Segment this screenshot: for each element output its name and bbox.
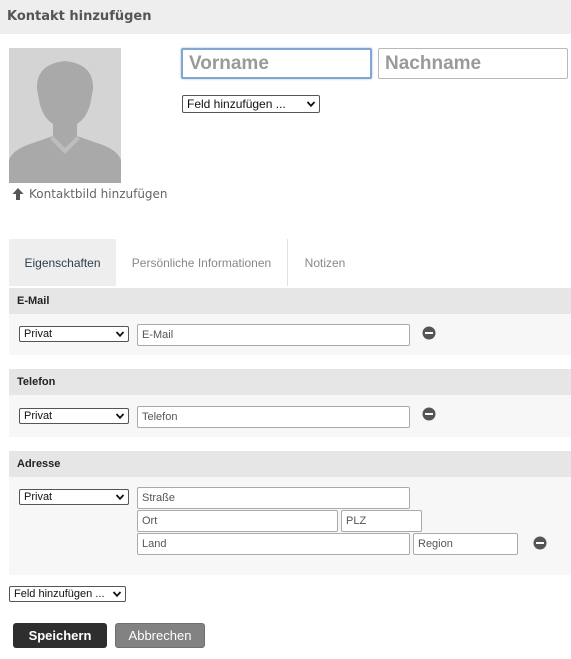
save-button[interactable]: Speichern bbox=[13, 623, 107, 648]
remove-phone-icon[interactable] bbox=[422, 407, 436, 421]
add-field-select-bottom[interactable]: Feld hinzufügen ... bbox=[9, 586, 126, 602]
add-field-select-top[interactable]: Feld hinzufügen ... bbox=[182, 95, 320, 113]
email-type-value: Privat bbox=[24, 328, 53, 340]
add-field-select-value: Feld hinzufügen ... bbox=[14, 588, 105, 600]
region-input[interactable] bbox=[413, 533, 518, 555]
tab-notes[interactable]: Notizen bbox=[289, 239, 361, 286]
remove-email-icon[interactable] bbox=[422, 326, 436, 340]
email-section: E-Mail Privat bbox=[9, 288, 571, 355]
address-section: Adresse Privat bbox=[9, 451, 571, 575]
chevron-down-icon bbox=[115, 331, 125, 338]
add-photo-label: Kontaktbild hinzufügen bbox=[29, 187, 168, 201]
add-field-select-value: Feld hinzufügen ... bbox=[187, 97, 286, 111]
email-input[interactable] bbox=[137, 324, 410, 346]
phone-section: Telefon Privat bbox=[9, 369, 571, 437]
last-name-input[interactable] bbox=[378, 48, 568, 79]
tab-label: Eigenschaften bbox=[24, 255, 101, 270]
city-input[interactable] bbox=[137, 510, 338, 532]
address-type-value: Privat bbox=[24, 491, 53, 503]
tab-label: Notizen bbox=[304, 255, 346, 270]
tab-label: Persönliche Informationen bbox=[131, 255, 272, 270]
chevron-down-icon bbox=[306, 101, 316, 108]
person-silhouette-icon bbox=[9, 48, 121, 183]
cancel-button[interactable]: Abbrechen bbox=[115, 623, 205, 648]
chevron-down-icon bbox=[115, 413, 125, 420]
phone-input[interactable] bbox=[137, 406, 410, 428]
email-type-select[interactable]: Privat bbox=[19, 326, 129, 342]
dialog-header: Kontakt hinzufügen bbox=[0, 0, 571, 34]
remove-address-icon[interactable] bbox=[533, 536, 547, 550]
email-section-title: E-Mail bbox=[9, 288, 571, 314]
chevron-down-icon bbox=[112, 591, 122, 598]
first-name-input[interactable] bbox=[181, 48, 372, 79]
country-input[interactable] bbox=[137, 533, 410, 555]
upload-arrow-icon bbox=[12, 188, 24, 200]
address-type-select[interactable]: Privat bbox=[19, 489, 129, 505]
add-photo-link[interactable]: Kontaktbild hinzufügen bbox=[11, 186, 168, 202]
phone-section-title: Telefon bbox=[9, 369, 571, 395]
address-section-title: Adresse bbox=[9, 451, 571, 477]
tab-properties[interactable]: Eigenschaften bbox=[9, 239, 116, 286]
chevron-down-icon bbox=[115, 494, 125, 501]
street-input[interactable] bbox=[137, 487, 410, 509]
dialog-title: Kontakt hinzufügen bbox=[7, 9, 152, 24]
tab-bar: Eigenschaften Persönliche Informationen … bbox=[9, 239, 571, 286]
tab-personal-info[interactable]: Persönliche Informationen bbox=[116, 239, 288, 286]
phone-type-select[interactable]: Privat bbox=[19, 408, 129, 424]
zip-input[interactable] bbox=[341, 510, 422, 532]
contact-photo-placeholder[interactable] bbox=[9, 48, 121, 183]
phone-type-value: Privat bbox=[24, 410, 53, 422]
